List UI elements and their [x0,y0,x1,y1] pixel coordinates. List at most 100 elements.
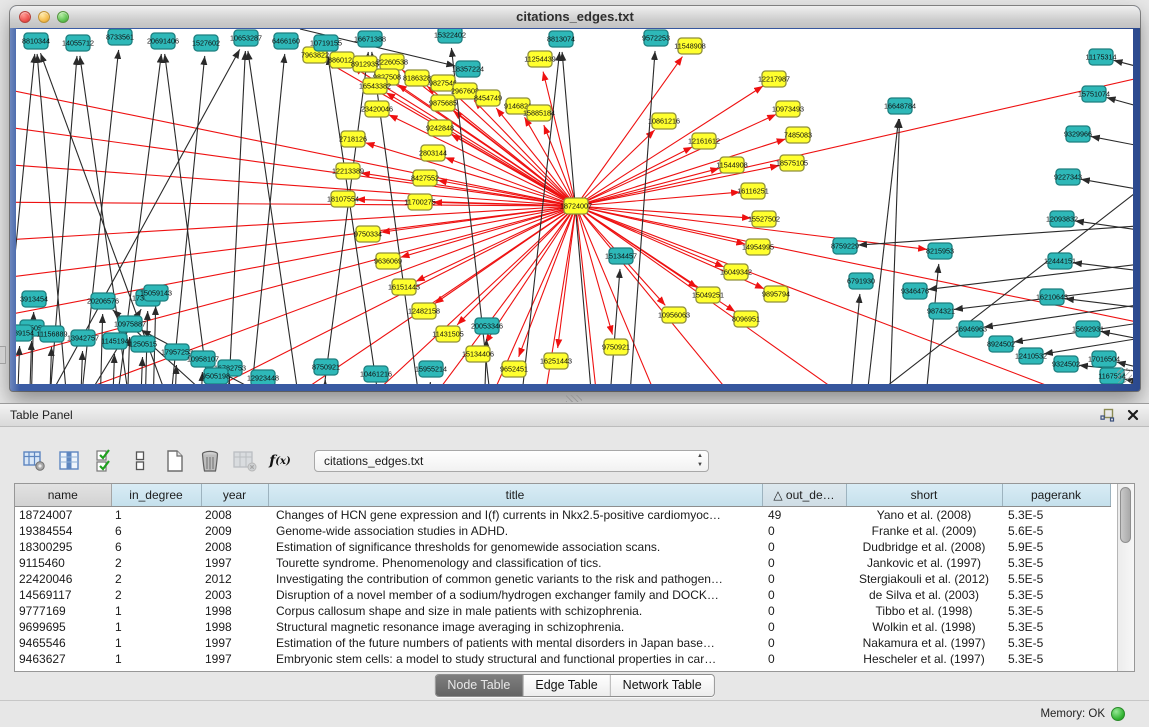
cell-name[interactable]: 19384554 [15,523,111,539]
cell-pagerank[interactable]: 5.3E-5 [1002,587,1110,603]
cell-name[interactable]: 9463627 [15,651,111,667]
cell-title[interactable]: Estimation of the future numbers of pati… [268,635,762,651]
graph-node[interactable]: 9636069 [374,253,402,269]
float-panel-icon[interactable] [1099,407,1115,423]
citation-edge-black[interactable] [165,54,216,384]
graph-node[interactable]: 16946963 [955,321,987,337]
cell-pagerank[interactable]: 5.3E-5 [1002,651,1110,667]
cell-year[interactable]: 1998 [201,603,268,619]
cell-title[interactable]: Tourette syndrome. Phenomenology and cla… [268,555,762,571]
graph-node[interactable]: 16151443 [388,279,420,295]
cell-year[interactable]: 1997 [201,651,268,667]
graph-node[interactable]: 11548908 [674,38,705,54]
cell-year[interactable]: 2012 [201,571,268,587]
column-header-short[interactable]: short [846,484,1002,507]
graph-node[interactable]: 15134457 [605,248,637,264]
graph-node[interactable]: 10861216 [648,113,680,129]
citation-edge-black[interactable] [316,52,368,384]
graph-node[interactable]: 10461216 [360,366,392,382]
graph-node[interactable]: 9346476 [901,283,929,299]
graph-node[interactable]: 8924502 [987,336,1015,352]
graph-node[interactable]: 9874321 [927,303,955,319]
cell-title[interactable]: Structural magnetic resonance image aver… [268,619,762,635]
cell-in_degree[interactable]: 2 [111,571,201,587]
table-select[interactable]: citations_edges.txt ▲▼ [314,450,709,472]
graph-node[interactable]: 9750334 [354,226,382,242]
cell-out_degree[interactable]: 0 [762,651,846,667]
cell-short[interactable]: Wolkin et al. (1998) [846,619,1002,635]
graph-node[interactable]: 12482158 [408,303,440,319]
cell-year[interactable]: 2009 [201,523,268,539]
graph-node[interactable]: 23420046 [361,101,393,117]
cell-title[interactable]: Investigating the contribution of common… [268,571,762,587]
cell-name[interactable]: 18300295 [15,539,111,555]
cell-name[interactable]: 9115460 [15,555,111,571]
cell-short[interactable]: Hescheler et al. (1997) [846,651,1002,667]
citation-edge-red[interactable] [576,206,636,384]
cell-year[interactable]: 1998 [201,619,268,635]
cell-out_degree[interactable]: 49 [762,507,846,524]
graph-node[interactable]: 16116251 [737,183,768,199]
hidden-panel-handle[interactable] [0,346,6,364]
graph-node[interactable]: 8427552 [411,170,439,186]
graph-node[interactable]: 8733561 [106,29,134,45]
cell-short[interactable]: Tibbo et al. (1998) [846,603,1002,619]
graph-node[interactable]: 11544908 [716,157,747,173]
close-panel-icon[interactable] [1125,407,1141,423]
citation-edge-black[interactable] [427,382,430,384]
column-header-in_degree[interactable]: in_degree [111,484,201,507]
function-builder-icon[interactable]: f(x) [267,448,293,474]
cell-pagerank[interactable]: 5.3E-5 [1002,507,1110,524]
citation-edge-black[interactable] [1114,60,1133,74]
cell-out_degree[interactable]: 0 [762,539,846,555]
table-row[interactable]: 911546021997Tourette syndrome. Phenomeno… [15,555,1110,571]
new-table-icon[interactable] [162,448,188,474]
table-row[interactable]: 1456911722003Disruption of a novel membe… [15,587,1110,603]
window-titlebar[interactable]: citations_edges.txt [10,6,1140,29]
graph-node[interactable]: 18357224 [452,61,484,77]
cell-year[interactable]: 2003 [201,587,268,603]
citation-edge-black[interactable] [606,269,620,384]
citation-edge-black[interactable] [139,357,143,384]
cell-in_degree[interactable]: 2 [111,555,201,571]
column-header-pagerank[interactable]: pagerank [1002,484,1110,507]
citation-edge-black[interactable] [1075,221,1133,234]
citation-edge-black[interactable] [79,351,83,384]
citation-edge-red[interactable] [576,86,763,206]
graph-node[interactable]: 1527602 [192,35,220,51]
graph-node[interactable]: 16648784 [884,98,916,114]
cell-out_degree[interactable]: 0 [762,619,846,635]
cell-pagerank[interactable]: 5.5E-5 [1002,571,1110,587]
graph-node[interactable]: 12213389 [332,163,364,179]
graph-node[interactable]: 8096951 [732,311,760,327]
citation-edge-red[interactable] [576,130,655,206]
graph-node[interactable]: 7485083 [784,127,812,143]
tab-network-table[interactable]: Network Table [611,675,714,696]
graph-node[interactable]: 8759229 [831,238,859,254]
network-canvas[interactable]: 1872400779638228860128891293522260538982… [16,29,1133,384]
graph-node[interactable]: 6791930 [847,273,875,289]
graph-node[interactable]: 12093832 [1046,211,1078,227]
cell-pagerank[interactable]: 5.3E-5 [1002,603,1110,619]
table-row[interactable]: 1938455462009Genome-wide association stu… [15,523,1110,539]
graph-node[interactable]: 20206576 [87,293,119,309]
graph-node[interactable]: 3913454 [20,291,48,307]
graph-node[interactable]: 15527502 [748,211,780,227]
cell-short[interactable]: Stergiakouli et al. (2012) [846,571,1002,587]
cell-pagerank[interactable]: 5.3E-5 [1002,619,1110,635]
network-graph[interactable]: 1872400779638228860128891293522260538982… [16,29,1133,384]
cell-in_degree[interactable]: 1 [111,603,201,619]
table-row[interactable]: 946362711997Embryonic stem cells: a mode… [15,651,1110,667]
graph-node[interactable]: 10719155 [310,35,342,51]
cell-name[interactable]: 18724007 [15,507,111,524]
graph-node[interactable]: 9572253 [642,30,670,46]
citation-edge-black[interactable] [248,51,306,384]
graph-node[interactable]: 15955214 [415,361,447,377]
citation-edge-black[interactable] [226,51,245,384]
cell-pagerank[interactable]: 5.6E-5 [1002,523,1110,539]
graph-node[interactable]: 15885184 [523,105,555,121]
graph-node[interactable]: 2803144 [419,145,447,161]
cell-year[interactable]: 2008 [201,507,268,524]
column-header-out_degree[interactable]: △ out_de… [762,484,846,507]
graph-node[interactable]: 9875685 [429,95,457,111]
